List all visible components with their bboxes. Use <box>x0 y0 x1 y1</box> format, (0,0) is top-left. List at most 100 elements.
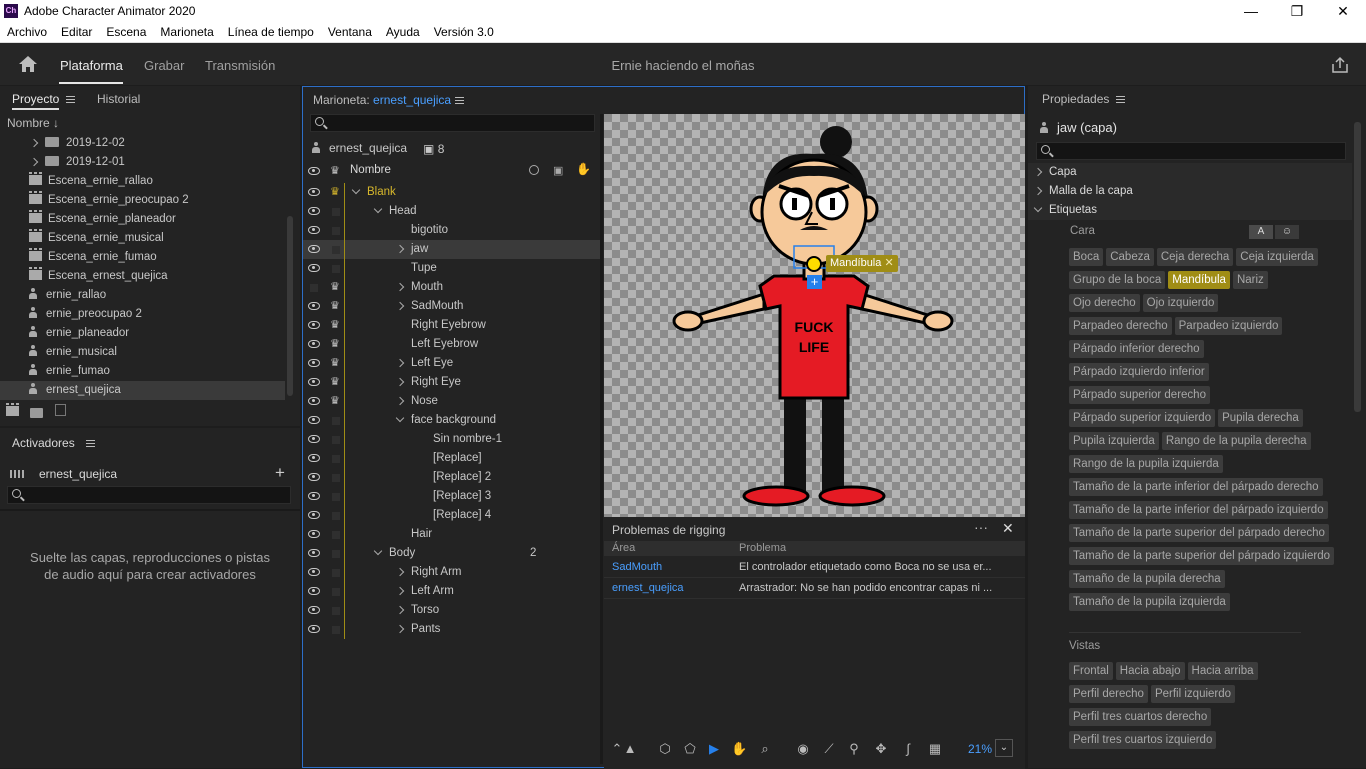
independent-toggle[interactable] <box>332 493 340 501</box>
tag-button[interactable]: Parpadeo izquierdo <box>1174 317 1283 335</box>
tag-button[interactable]: Ceja izquierda <box>1236 248 1318 266</box>
visibility-icon[interactable] <box>308 530 320 538</box>
tag-button[interactable]: Párpado superior derecho <box>1069 386 1210 404</box>
expand-chevron-icon[interactable] <box>373 204 383 214</box>
crown-icon[interactable]: ♛ <box>330 183 340 202</box>
properties-search-input[interactable] <box>1036 142 1346 160</box>
visibility-icon[interactable] <box>308 359 320 367</box>
visibility-icon[interactable] <box>308 302 320 310</box>
close-button[interactable]: ✕ <box>1320 0 1366 22</box>
layer-row[interactable]: [Replace] 4 <box>303 506 600 525</box>
transparency-icon[interactable]: ▦ <box>927 741 943 757</box>
project-item[interactable]: Escena_ernest_quejica <box>0 267 285 286</box>
properties-menu-icon[interactable] <box>1116 96 1125 103</box>
layer-row[interactable]: ♛ Mouth <box>303 278 600 297</box>
remove-tag-icon[interactable]: ✕ <box>884 257 893 269</box>
visibility-icon[interactable] <box>308 207 320 215</box>
tag-button[interactable]: Tamaño de la pupila derecha <box>1069 570 1225 588</box>
independent-toggle[interactable] <box>332 455 340 463</box>
expand-chevron-icon[interactable] <box>395 396 405 406</box>
visibility-icon[interactable] <box>308 568 320 576</box>
dragger-icon[interactable]: ✥ <box>873 741 889 757</box>
layer-row[interactable]: Tupe <box>303 259 600 278</box>
visibility-icon[interactable] <box>308 378 320 386</box>
zoom-icon[interactable]: ⌕ <box>757 741 773 757</box>
independent-toggle[interactable] <box>332 227 340 235</box>
layer-row[interactable]: ♛ SadMouth <box>303 297 600 316</box>
expand-chevron-icon[interactable] <box>395 244 405 254</box>
tab-historial[interactable]: Historial <box>97 92 140 106</box>
expand-chevron-icon[interactable] <box>29 157 39 167</box>
zoom-dropdown-icon[interactable]: ⌄ <box>995 739 1013 757</box>
puppet-name-link[interactable]: ernest_quejica <box>373 93 451 107</box>
visibility-icon[interactable] <box>308 606 320 614</box>
tag-button[interactable]: Hacia abajo <box>1115 662 1185 680</box>
tag-button[interactable]: Boca <box>1069 248 1104 266</box>
layer-row[interactable]: ♛ Right Eye <box>303 373 600 392</box>
visibility-icon[interactable] <box>308 454 320 462</box>
new-folder-icon[interactable] <box>30 406 50 420</box>
tag-button[interactable]: Perfil tres cuartos derecho <box>1069 708 1212 726</box>
expand-chevron-icon[interactable] <box>395 282 405 292</box>
visibility-icon[interactable] <box>308 188 320 196</box>
tag-button[interactable]: Nariz <box>1232 271 1268 289</box>
project-item[interactable]: ernie_preocupao 2 <box>0 305 285 324</box>
menu-ventana[interactable]: Ventana <box>321 22 379 39</box>
tag-button[interactable]: Tamaño de la parte superior del párpado … <box>1069 524 1329 542</box>
menu-editar[interactable]: Editar <box>54 22 99 39</box>
sort-by-name[interactable]: Nombre ↓ <box>7 116 59 130</box>
layer-row[interactable]: ♛ Blank <box>303 183 600 202</box>
layer-row[interactable]: Right Arm <box>303 563 600 582</box>
zoom-level[interactable]: 21% <box>968 742 992 756</box>
menu-marioneta[interactable]: Marioneta <box>153 22 220 39</box>
project-item[interactable]: Escena_ernie_musical <box>0 229 285 248</box>
crown-icon[interactable]: ♛ <box>330 278 340 297</box>
tag-button[interactable]: Ojo izquierdo <box>1142 294 1219 312</box>
crown-icon[interactable]: ♛ <box>330 335 340 354</box>
tag-button[interactable]: Tamaño de la parte superior del párpado … <box>1069 547 1334 565</box>
text-view-toggle[interactable]: A <box>1249 225 1273 239</box>
independent-toggle[interactable] <box>332 569 340 577</box>
expand-chevron-icon[interactable] <box>395 605 405 615</box>
minimize-button[interactable]: — <box>1228 0 1274 22</box>
stick-icon[interactable]: ⟋ <box>821 741 837 757</box>
visibility-icon[interactable] <box>308 435 320 443</box>
independent-toggle[interactable] <box>332 607 340 615</box>
independent-toggle[interactable] <box>332 436 340 444</box>
face-view-toggle-icon[interactable]: ☺ <box>1275 225 1299 239</box>
independent-toggle[interactable] <box>332 474 340 482</box>
pin-icon[interactable]: ⚲ <box>846 741 862 757</box>
tag-button[interactable]: Cabeza <box>1106 248 1154 266</box>
section-capa[interactable]: Capa <box>1028 163 1352 182</box>
tab-proyecto[interactable]: Proyecto <box>12 92 60 110</box>
add-trigger-button[interactable]: + <box>275 463 285 483</box>
new-item-icon[interactable] <box>55 404 66 416</box>
tag-button[interactable]: Ceja derecha <box>1156 248 1234 266</box>
tag-button[interactable]: Tamaño de la pupila izquierda <box>1069 593 1230 611</box>
project-item[interactable]: 2019-12-01 <box>0 153 285 172</box>
independent-toggle[interactable] <box>332 512 340 520</box>
layer-row[interactable]: ♛ Right Eyebrow <box>303 316 600 335</box>
tag-button[interactable]: Párpado superior izquierdo <box>1069 409 1216 427</box>
layer-row[interactable]: face background <box>303 411 600 430</box>
visibility-icon[interactable] <box>308 511 320 519</box>
tag-button[interactable]: Perfil tres cuartos izquierdo <box>1069 731 1217 749</box>
expand-chevron-icon[interactable] <box>29 138 39 148</box>
project-menu-icon[interactable] <box>66 96 75 103</box>
layer-search-input[interactable] <box>310 114 595 132</box>
expand-chevron-icon[interactable] <box>395 358 405 368</box>
rigging-row[interactable]: SadMouth El controlador etiquetado como B… <box>604 557 1025 578</box>
project-item[interactable]: ernie_planeador <box>0 324 285 343</box>
visibility-icon[interactable] <box>308 264 320 272</box>
tag-button[interactable]: Rango de la pupila izquierda <box>1069 455 1223 473</box>
project-item[interactable]: ernest_quejica <box>0 381 285 400</box>
project-item[interactable]: Escena_ernie_rallao <box>0 172 285 191</box>
select-arrow-icon[interactable]: ▶ <box>706 741 722 757</box>
layer-row[interactable]: [Replace] 2 <box>303 468 600 487</box>
stroke-icon[interactable]: ∫ <box>900 741 916 757</box>
project-item[interactable]: ernie_musical <box>0 343 285 362</box>
tag-button[interactable]: Rango de la pupila derecha <box>1161 432 1311 450</box>
menu-escena[interactable]: Escena <box>99 22 153 39</box>
tag-button[interactable]: Frontal <box>1069 662 1113 680</box>
visibility-toggle[interactable] <box>310 284 318 292</box>
